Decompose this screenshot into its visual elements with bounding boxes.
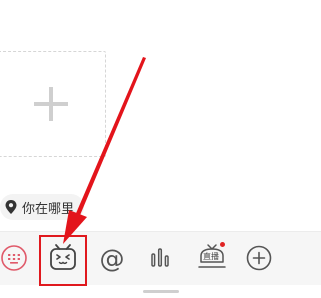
emoji-icon	[50, 244, 76, 270]
mention-icon: @	[99, 243, 125, 273]
mention-button[interactable]: @	[96, 242, 128, 274]
keyboard-icon	[1, 245, 27, 271]
voice-button[interactable]	[144, 242, 176, 274]
plus-icon	[34, 87, 68, 121]
home-indicator	[143, 290, 179, 293]
voice-icon	[151, 248, 169, 267]
add-button[interactable]	[243, 242, 275, 274]
location-chip[interactable]: 你在哪里	[0, 194, 85, 220]
add-icon	[246, 245, 272, 271]
live-badge-dot	[220, 242, 225, 247]
location-pin-icon	[5, 200, 17, 214]
live-button[interactable]: 直播	[195, 242, 229, 274]
compose-toolbar: @ 直播	[0, 231, 321, 286]
keyboard-button[interactable]	[0, 242, 30, 274]
emoji-button[interactable]	[47, 242, 79, 274]
location-label: 你在哪里	[22, 200, 75, 216]
live-label: 直播	[203, 252, 219, 261]
add-image-tile[interactable]	[0, 51, 106, 157]
